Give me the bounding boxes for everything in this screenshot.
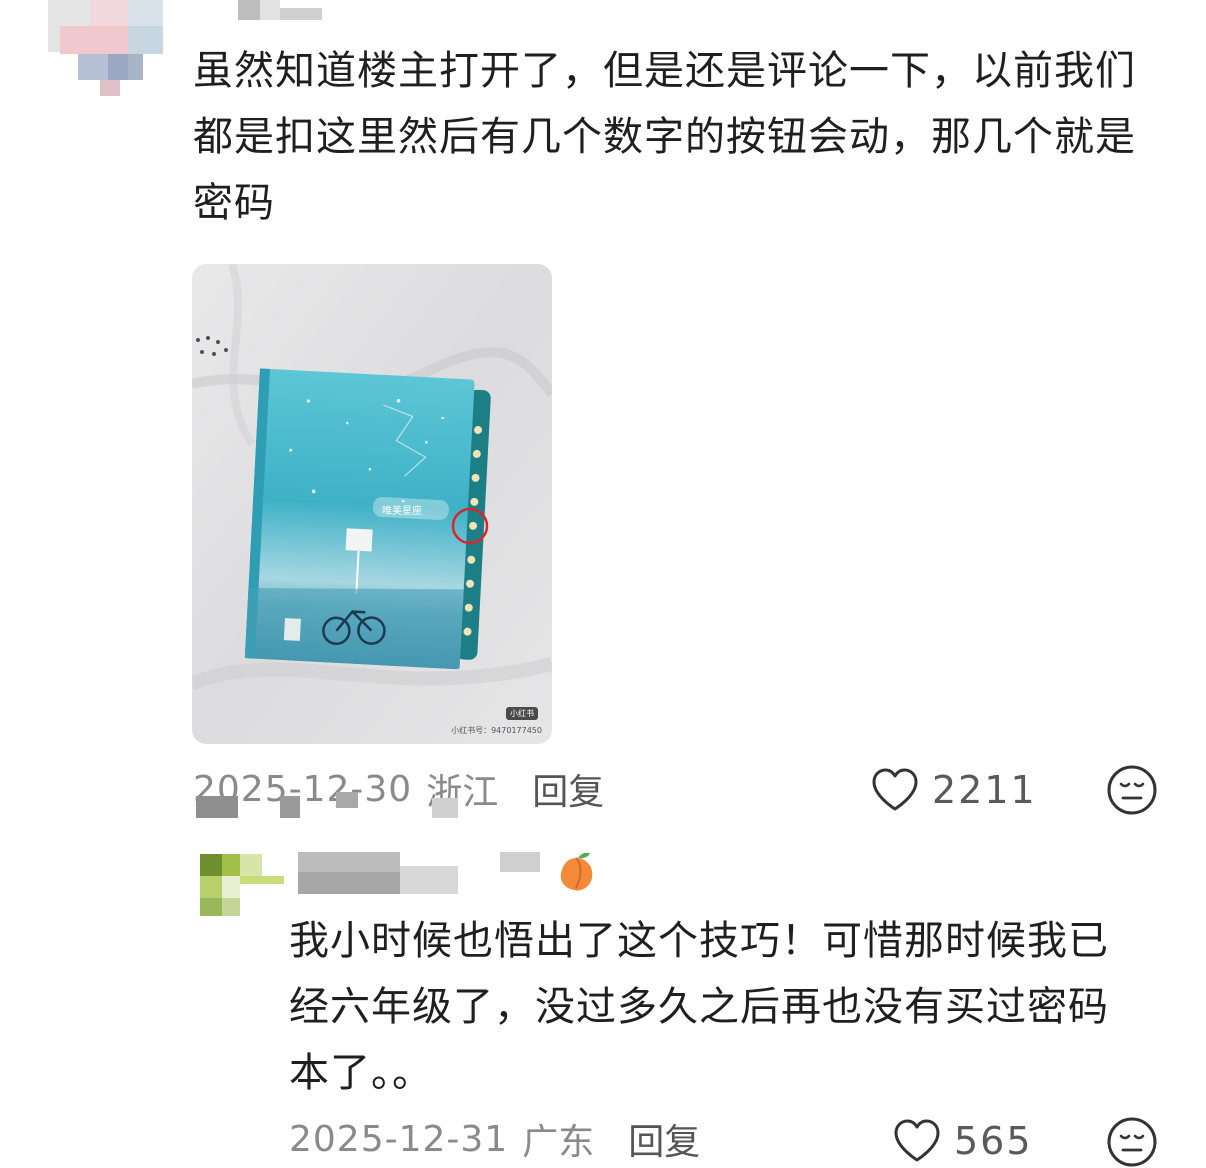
comment-2-username[interactable] — [298, 852, 542, 894]
notebook-photo — [192, 264, 552, 744]
comment-2-text: 我小时候也悟出了这个技巧！可惜那时候我已经六年级了，没过多久之后再也没有买过密码… — [289, 918, 1109, 1096]
peach-emoji-icon — [560, 852, 593, 891]
comment-date: 2025-12-31 — [289, 1118, 509, 1160]
like-count: 2211 — [932, 768, 1037, 812]
heart-outline-icon — [894, 1119, 940, 1162]
comment-1-avatar[interactable] — [48, 0, 163, 96]
meh-face-icon[interactable] — [1106, 764, 1158, 816]
comment-1-photo[interactable]: 唯美星座 小红书 小红书号：9470177450 — [192, 264, 552, 744]
reply-button[interactable]: 回复 — [628, 1113, 700, 1165]
like-count: 565 — [954, 1119, 1033, 1163]
reply-button[interactable]: 回复 — [532, 763, 604, 815]
comment-2-avatar[interactable] — [200, 854, 284, 916]
watermark-badge: 小红书 — [506, 707, 538, 720]
book-title: 唯美星座 — [382, 506, 422, 517]
comment-2-like-button[interactable]: 565 — [892, 1118, 1033, 1164]
comment-1-redaction — [196, 790, 466, 818]
comment-1-text: 虽然知道楼主打开了，但是还是评论一下，以前我们都是扣这里然后有几个数字的按钮会动… — [193, 48, 1136, 226]
watermark-id: 小红书号：9470177450 — [451, 726, 542, 735]
heart-outline-icon — [872, 768, 918, 811]
comment-1-like-button[interactable]: 2211 — [870, 767, 1037, 813]
comment-1-username[interactable] — [238, 0, 322, 22]
comment-2-meta: 2025-12-31 广东 回复 — [289, 1114, 700, 1164]
comment-location: 广东 — [522, 1122, 595, 1163]
meh-face-icon[interactable] — [1106, 1116, 1158, 1168]
